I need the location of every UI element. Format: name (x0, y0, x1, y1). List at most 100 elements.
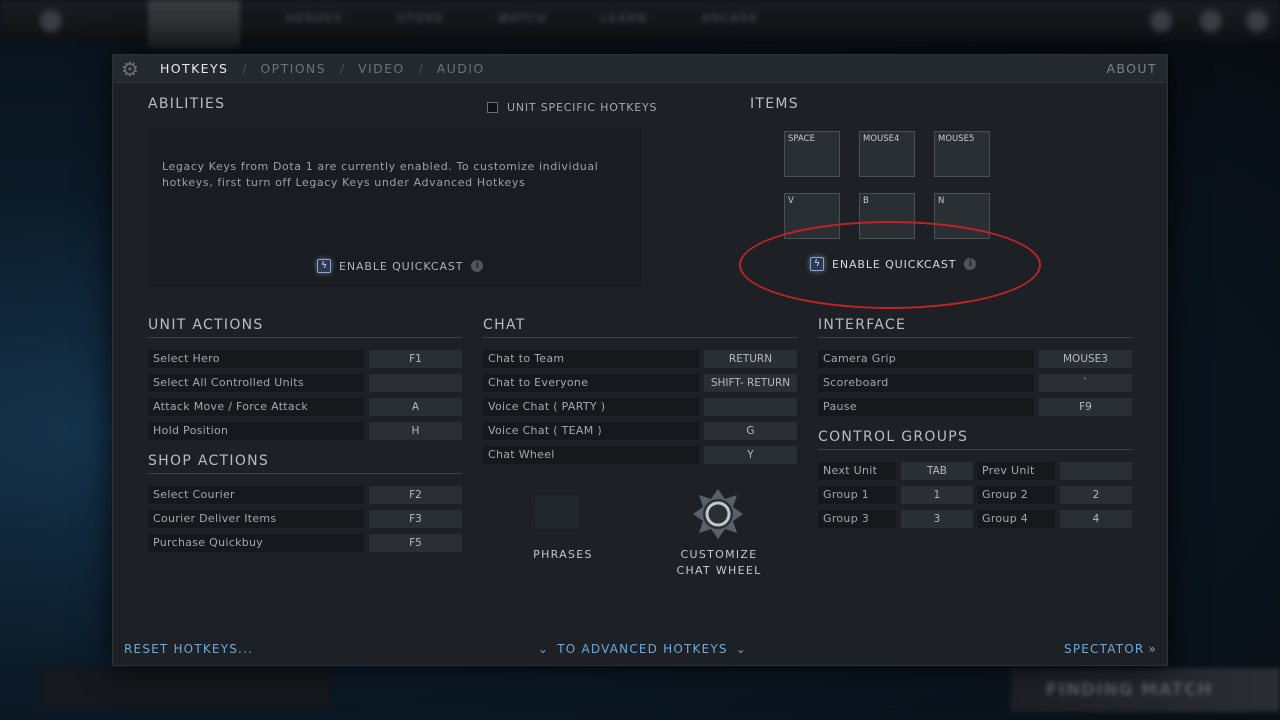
item-slot-key: N (938, 196, 945, 206)
hotkey-key[interactable]: SHIFT- RETURN (704, 374, 797, 392)
chevron-down-icon: ⌄ (735, 642, 747, 656)
unit-specific-checkbox[interactable] (487, 102, 498, 113)
tab-options[interactable]: OPTIONS (260, 61, 326, 76)
hotkey-key[interactable]: Y (704, 446, 797, 464)
tab-video[interactable]: VIDEO (358, 61, 405, 76)
hotkey-name: Attack Move / Force Attack (148, 398, 364, 416)
item-slot-key: V (788, 196, 794, 206)
hotkey-key[interactable]: TAB (901, 462, 973, 480)
friends-icon (1150, 10, 1172, 32)
settings-icon (40, 10, 62, 32)
speech-bubble-icon[interactable] (535, 495, 579, 529)
chevron-down-icon: ⌄ (538, 642, 550, 656)
table-row: Chat to Team RETURN (483, 350, 797, 368)
hotkey-name: Chat Wheel (483, 446, 699, 464)
items-title: ITEMS (750, 96, 799, 112)
nav-arcade: ARCADE (701, 12, 760, 25)
item-slot-key: MOUSE5 (938, 134, 975, 144)
hotkey-key[interactable]: 3 (901, 510, 973, 528)
item-slot-key: MOUSE4 (863, 134, 900, 144)
phrases-button[interactable]: PHRASES (523, 547, 603, 563)
customize-label: CUSTOMIZE (680, 548, 758, 561)
hotkey-name: Hold Position (148, 422, 364, 440)
spectator-label: SPECTATOR (1064, 642, 1145, 656)
hotkey-name: Purchase Quickbuy (148, 534, 364, 552)
about-link[interactable]: ABOUT (1106, 61, 1157, 76)
hotkey-name: Group 4 (977, 510, 1055, 528)
table-row: Select Courier F2 (148, 486, 462, 504)
hotkey-key[interactable]: MOUSE3 (1039, 350, 1132, 368)
hotkey-key[interactable]: G (704, 422, 797, 440)
advanced-hotkeys-link[interactable]: ⌄ TO ADVANCED HOTKEYS ⌄ (538, 642, 747, 656)
chat-wheel-label: CHAT WHEEL (676, 564, 762, 577)
hotkey-key[interactable]: RETURN (704, 350, 797, 368)
hotkey-name: Select All Controlled Units (148, 374, 364, 392)
hotkey-key[interactable]: ` (1039, 374, 1132, 392)
table-row: Pause F9 (818, 398, 1132, 416)
customize-chat-wheel-button[interactable]: CUSTOMIZE CHAT WHEEL (669, 547, 769, 579)
hotkey-key[interactable] (369, 374, 462, 392)
table-row: Group 3 3 Group 4 4 (818, 510, 1132, 528)
item-slot-2[interactable]: MOUSE4 (859, 131, 915, 177)
table-row: Group 1 1 Group 2 2 (818, 486, 1132, 504)
table-row: Select All Controlled Units (148, 374, 462, 392)
tab-audio[interactable]: AUDIO (437, 61, 485, 76)
hotkey-key[interactable]: 2 (1060, 486, 1132, 504)
item-slot-key: SPACE (788, 134, 815, 144)
abilities-title: ABILITIES (148, 96, 226, 112)
item-slot-1[interactable]: SPACE (784, 131, 840, 177)
tab-separator: / (242, 61, 247, 76)
hotkey-key[interactable]: 1 (901, 486, 973, 504)
hotkey-name: Chat to Everyone (483, 374, 699, 392)
hotkey-key[interactable]: H (369, 422, 462, 440)
gear-icon[interactable]: ⚙ (119, 58, 141, 80)
settings-tabs: HOTKEYS / OPTIONS / VIDEO / AUDIO (160, 61, 485, 76)
nav-learn: LEARN (601, 12, 648, 25)
interface-title: INTERFACE (818, 317, 1132, 338)
abilities-box: Legacy Keys from Dota 1 are currently en… (148, 127, 642, 287)
hotkey-name: Group 2 (977, 486, 1055, 504)
red-highlight-circle (739, 221, 1041, 309)
tab-separator: / (340, 61, 345, 76)
hotkey-name: Group 1 (818, 486, 896, 504)
chat-title: CHAT (483, 317, 797, 338)
table-row: Purchase Quickbuy F5 (148, 534, 462, 552)
hotkey-name: Group 3 (818, 510, 896, 528)
nav-watch: WATCH (498, 12, 548, 25)
hotkey-key[interactable]: F1 (369, 350, 462, 368)
advanced-hotkeys-label: TO ADVANCED HOTKEYS (557, 642, 728, 656)
finding-match-bar: FINDING MATCH (1010, 668, 1280, 712)
table-row: Courier Deliver Items F3 (148, 510, 462, 528)
hotkey-name: Select Courier (148, 486, 364, 504)
table-row: Select Hero F1 (148, 350, 462, 368)
finding-match-text: FINDING MATCH (1046, 680, 1213, 700)
abilities-quickcast-toggle[interactable]: ϟ ENABLE QUICKCAST i (317, 259, 484, 273)
hotkey-key[interactable]: 4 (1060, 510, 1132, 528)
inventory-icon (1200, 10, 1222, 32)
item-slot-3[interactable]: MOUSE5 (934, 131, 990, 177)
unit-specific-label: UNIT SPECIFIC HOTKEYS (507, 101, 658, 114)
avatar (1246, 10, 1268, 32)
background-top-bar: HEROES STORE WATCH LEARN ARCADE (0, 0, 1280, 48)
unit-actions-title: UNIT ACTIONS (148, 317, 462, 338)
hotkey-key[interactable]: F2 (369, 486, 462, 504)
info-icon[interactable]: i (471, 260, 484, 272)
tab-hotkeys[interactable]: HOTKEYS (160, 61, 228, 76)
reset-hotkeys-link[interactable]: RESET HOTKEYS... (124, 642, 253, 656)
hotkey-key[interactable]: A (369, 398, 462, 416)
dota-logo (148, 0, 240, 48)
hotkey-name: Scoreboard (818, 374, 1034, 392)
hotkey-key[interactable]: F5 (369, 534, 462, 552)
hotkey-key[interactable]: F9 (1039, 398, 1132, 416)
hotkey-name: Chat to Team (483, 350, 699, 368)
spectator-link[interactable]: SPECTATOR » (1064, 642, 1157, 656)
unit-specific-hotkeys-toggle[interactable]: UNIT SPECIFIC HOTKEYS (487, 101, 657, 114)
hotkey-key[interactable] (1060, 462, 1132, 480)
table-row: Next Unit TAB Prev Unit (818, 462, 1132, 480)
lightning-icon[interactable]: ϟ (317, 259, 331, 273)
hotkey-name: Pause (818, 398, 1034, 416)
hotkey-key[interactable]: F3 (369, 510, 462, 528)
chat-wheel-icon[interactable] (691, 487, 745, 541)
hotkey-key[interactable] (704, 398, 797, 416)
item-slot-key: B (863, 196, 869, 206)
